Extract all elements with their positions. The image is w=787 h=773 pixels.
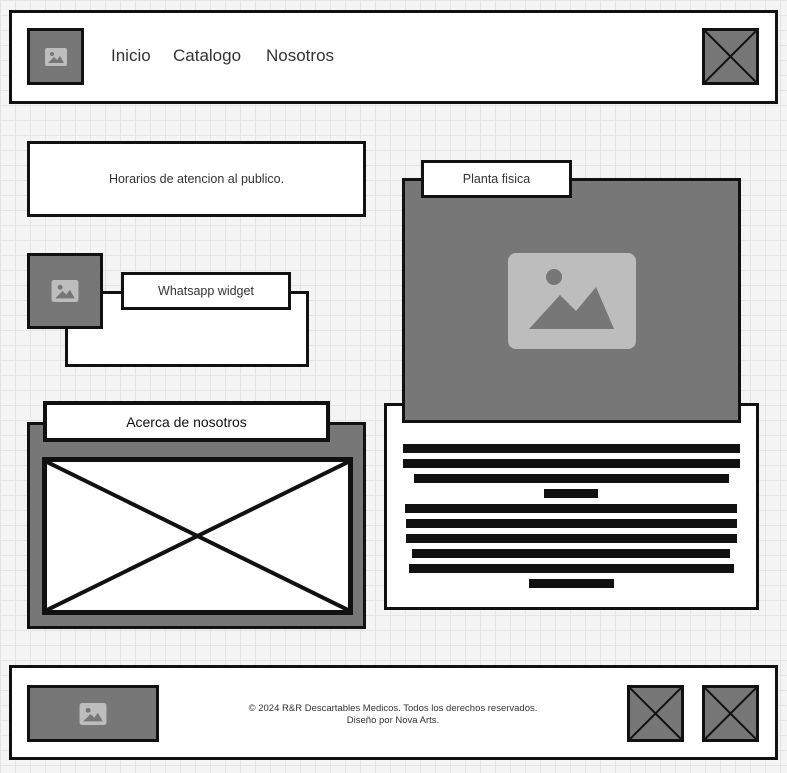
x-placeholder-icon (705, 688, 756, 739)
text-line (529, 579, 614, 588)
footer-social-placeholder-2[interactable] (702, 685, 759, 742)
image-icon (44, 47, 67, 66)
header-menu-placeholder[interactable] (702, 28, 759, 85)
image-icon (508, 253, 636, 349)
text-line (406, 519, 737, 528)
whatsapp-widget-label: Whatsapp widget (158, 284, 254, 298)
footer-logo[interactable] (27, 685, 159, 742)
footer-social-placeholder-1[interactable] (627, 685, 684, 742)
text-line (412, 549, 730, 558)
whatsapp-widget-tab[interactable]: Whatsapp widget (121, 272, 291, 310)
image-icon (51, 280, 79, 302)
text-line (406, 534, 737, 543)
image-icon (79, 702, 107, 725)
x-placeholder-icon (47, 462, 348, 610)
nav-link-catalogo[interactable]: Catalogo (173, 46, 241, 66)
footer-text: © 2024 R&R Descartables Medicos. Todos l… (200, 703, 586, 727)
text-line (403, 459, 740, 468)
footer-design-credit: Diseño por Nova Arts. (346, 715, 440, 726)
footer-copyright: © 2024 R&R Descartables Medicos. Todos l… (248, 703, 538, 714)
nav-link-nosotros[interactable]: Nosotros (266, 46, 334, 66)
hours-box: Horarios de atencion al publico. (27, 141, 366, 217)
text-line (405, 504, 737, 513)
text-line (409, 564, 734, 573)
text-line (403, 444, 740, 453)
about-title: Acerca de nosotros (126, 413, 247, 430)
plant-title: Planta fisica (462, 172, 531, 186)
nav-link-inicio[interactable]: Inicio (111, 46, 151, 66)
whatsapp-icon-box[interactable] (27, 253, 103, 329)
x-placeholder-icon (630, 688, 681, 739)
text-line (544, 489, 598, 498)
plant-title-tab: Planta fisica (421, 160, 572, 198)
hours-text: Horarios de atencion al publico. (108, 172, 285, 186)
about-image-placeholder (42, 457, 353, 615)
about-title-tab: Acerca de nosotros (43, 401, 330, 442)
text-line (414, 474, 729, 483)
header-logo[interactable] (27, 28, 84, 85)
x-placeholder-icon (705, 31, 756, 82)
